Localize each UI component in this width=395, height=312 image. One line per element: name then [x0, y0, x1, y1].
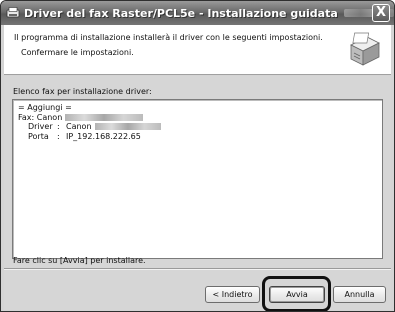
- wizard-header: Il programma di installazione installerà…: [4, 25, 391, 75]
- installer-window: Driver del fax Raster/PCL5e - Installazi…: [0, 0, 395, 312]
- port-key: Porta: [28, 131, 49, 141]
- settings-summary-box[interactable]: = Aggiungi = Fax: Canon Driver : Canon P…: [12, 99, 383, 259]
- summary-fax-line: Fax: Canon: [18, 113, 377, 123]
- header-instruction: Confermare le impostazioni.: [21, 48, 134, 57]
- summary-driver-line: Driver : Canon: [18, 122, 377, 132]
- driver-value-prefix: Canon: [66, 122, 92, 131]
- summary-add-line: = Aggiungi =: [18, 103, 377, 113]
- start-button-highlight: [262, 276, 331, 311]
- printer-icon: [345, 31, 381, 69]
- port-value: IP_192.168.222.65: [66, 131, 141, 141]
- add-heading: = Aggiungi =: [18, 103, 72, 112]
- fax-list-label: Elenco fax per installazione driver:: [13, 87, 152, 96]
- port-separator: :: [57, 131, 60, 141]
- close-button[interactable]: X: [372, 4, 390, 22]
- summary-port-line: Porta : IP_192.168.222.65: [18, 132, 377, 142]
- footer-divider: [4, 268, 391, 270]
- fax-app-icon: [6, 6, 20, 20]
- install-hint: Fare clic su [Avvia] per installare.: [13, 256, 146, 265]
- wizard-body: Elenco fax per installazione driver: = A…: [4, 76, 391, 311]
- back-button[interactable]: < Indietro: [205, 286, 260, 303]
- blurred-fax-name: [65, 113, 144, 121]
- cancel-button[interactable]: Annulla: [333, 286, 386, 303]
- blurred-driver-name: [94, 123, 161, 131]
- driver-separator: :: [57, 122, 60, 131]
- window-title: Driver del fax Raster/PCL5e - Installazi…: [24, 6, 338, 20]
- header-description: Il programma di installazione installerà…: [14, 33, 323, 42]
- title-bar: Driver del fax Raster/PCL5e - Installazi…: [1, 1, 394, 25]
- fax-name-prefix: Fax: Canon: [18, 112, 63, 122]
- driver-key: Driver: [28, 122, 53, 131]
